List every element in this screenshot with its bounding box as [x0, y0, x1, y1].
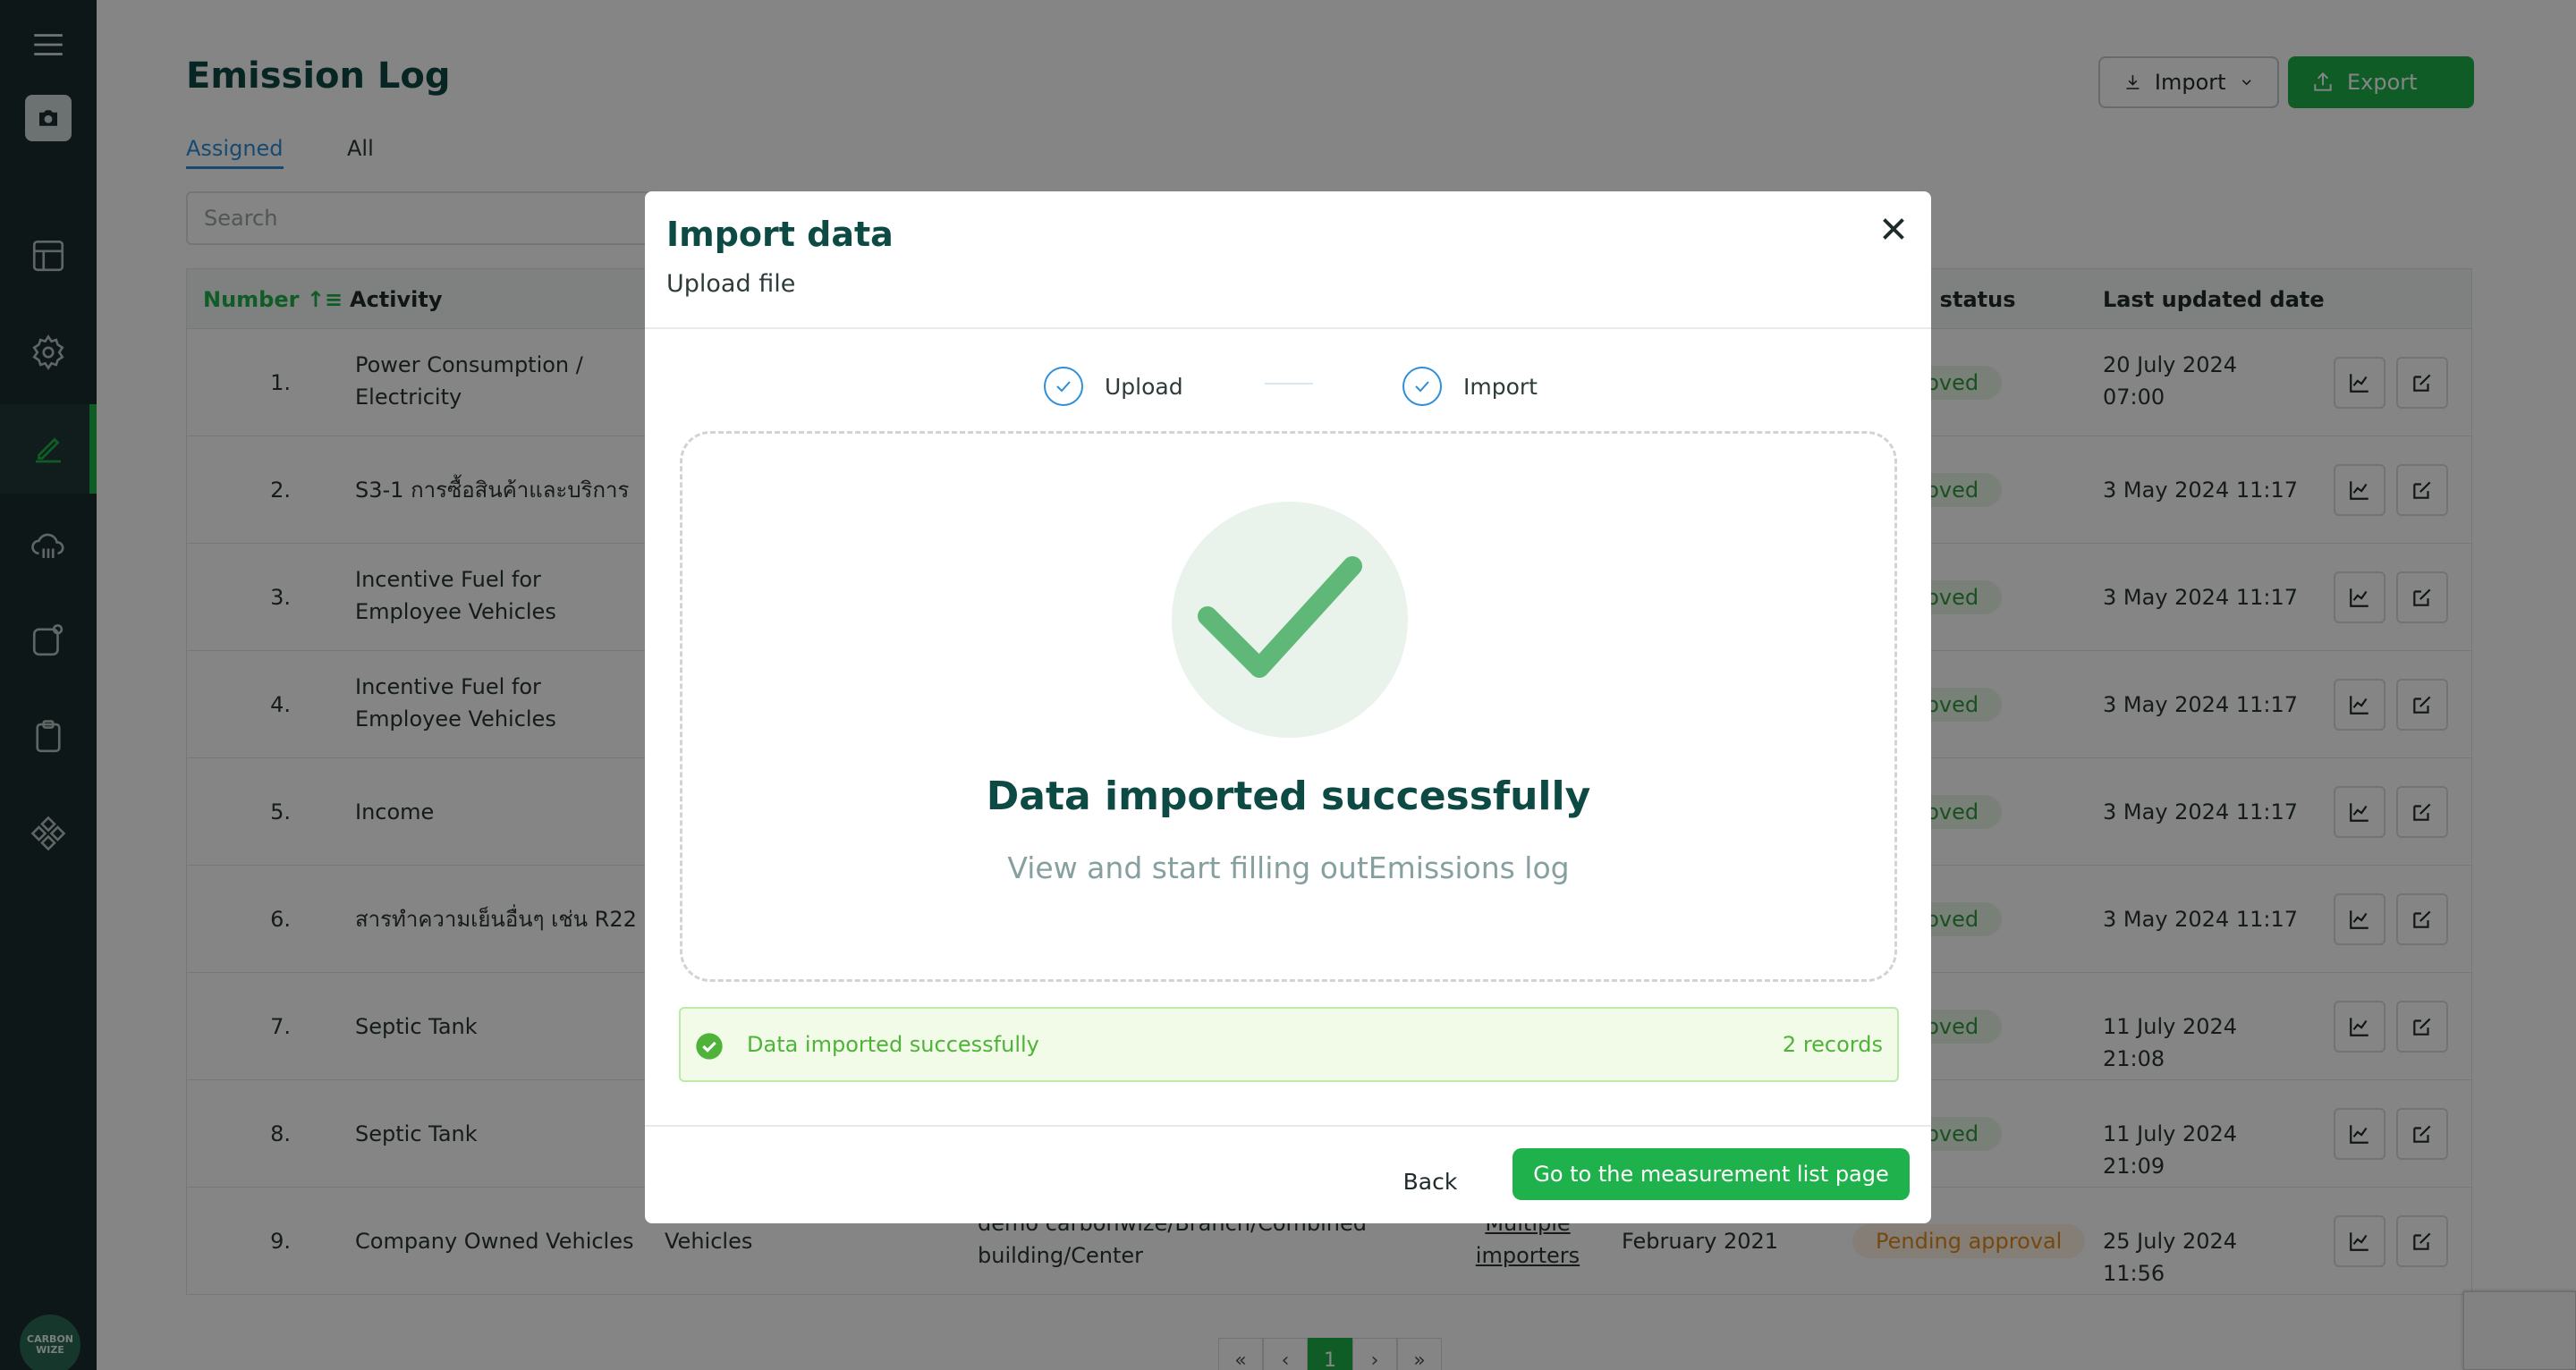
- modal-title: Import data: [666, 215, 894, 254]
- step-import: Import: [1402, 367, 1538, 406]
- step-upload: Upload: [1044, 367, 1183, 406]
- alert-message: Data imported successfully: [747, 1032, 1039, 1057]
- check-circle-icon: [696, 1033, 723, 1060]
- success-title: Data imported successfully: [986, 774, 1591, 819]
- import-data-modal: Import data Upload file Upload Import Da…: [645, 191, 1931, 1223]
- check-circle-icon: [1402, 367, 1442, 406]
- success-check-icon: [1172, 502, 1408, 738]
- step-label: Import: [1463, 373, 1538, 400]
- success-description: View and start filling outEmissions log: [1007, 850, 1570, 885]
- success-alert: Data imported successfully 2 records: [679, 1007, 1899, 1082]
- modal-subtitle: Upload file: [666, 270, 796, 298]
- divider: [645, 1125, 1931, 1127]
- step-label: Upload: [1105, 373, 1183, 400]
- go-to-measurement-list-button[interactable]: Go to the measurement list page: [1513, 1148, 1910, 1200]
- result-panel: Data imported successfully View and star…: [680, 431, 1897, 982]
- check-circle-icon: [1044, 367, 1083, 406]
- back-button[interactable]: Back: [1393, 1159, 1468, 1204]
- step-connector: [1265, 383, 1313, 385]
- close-icon[interactable]: [1877, 213, 1910, 245]
- alert-record-count: 2 records: [1782, 1032, 1883, 1057]
- divider: [645, 327, 1931, 329]
